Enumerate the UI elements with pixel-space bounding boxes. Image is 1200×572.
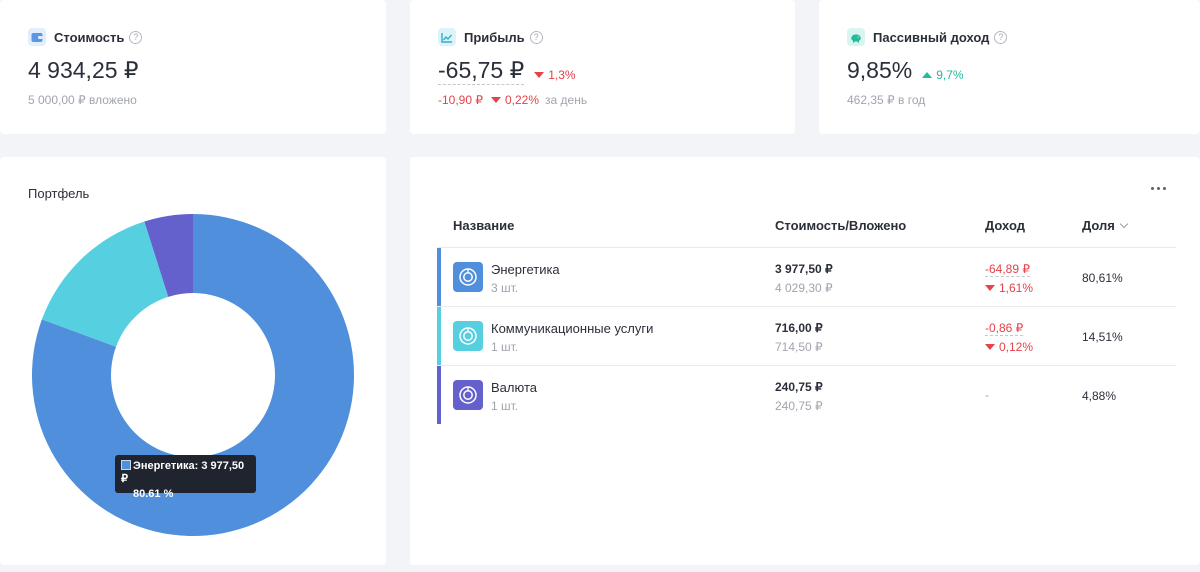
row-quantity: 3 шт.	[491, 281, 519, 295]
row-invested: 4 029,30 ₽	[775, 281, 833, 295]
profit-value[interactable]: -65,75 ₽	[438, 57, 525, 85]
row-color-bar	[437, 248, 441, 306]
help-icon[interactable]: ?	[129, 30, 143, 44]
sector-icon	[453, 262, 483, 292]
row-quantity: 1 шт.	[491, 340, 519, 354]
chart-line-icon	[438, 28, 456, 46]
row-invested: 714,50 ₽	[775, 340, 823, 354]
profit-label: Прибыль	[464, 29, 525, 45]
tooltip-percent: 80.61 %	[133, 488, 174, 500]
wallet-icon	[28, 28, 46, 46]
table-row[interactable]: Энергетика 3 шт. 3 977,50 ₽ 4 029,30 ₽ -…	[437, 248, 1176, 307]
row-income-percent: 0,12%	[985, 340, 1033, 354]
profit-header: Прибыль ?	[438, 28, 543, 46]
row-color-bar	[437, 366, 441, 424]
row-color-bar	[437, 307, 441, 365]
profit-value-row: -65,75 ₽ 1,3%	[438, 57, 576, 85]
help-icon[interactable]: ?	[994, 30, 1008, 44]
arrow-down-icon	[534, 72, 545, 78]
row-share: 14,51%	[1082, 330, 1123, 344]
passive-value: 9,85%	[847, 57, 913, 83]
profit-day-delta: 0,22%	[491, 93, 539, 107]
col-header-income[interactable]: Доход	[985, 218, 1025, 233]
passive-label: Пассивный доход	[873, 29, 990, 45]
tooltip-label: Энергетика: 3 977,50 ₽	[121, 460, 245, 485]
cost-value-row: 4 934,25 ₽	[28, 57, 139, 84]
row-name: Валюта	[491, 380, 537, 395]
cost-card: Стоимость ? 4 934,25 ₽ 5 000,00 ₽ вложен…	[0, 0, 386, 134]
cost-invested-text: 5 000,00 ₽ вложено	[28, 93, 137, 107]
row-income-percent-value: 0,12%	[999, 340, 1034, 354]
row-invested: 240,75 ₽	[775, 399, 823, 413]
table-row[interactable]: Валюта 1 шт. 240,75 ₽ 240,75 ₽ - 4,88%	[437, 366, 1176, 425]
row-income-percent-value: 1,61%	[999, 281, 1034, 295]
profit-day-value: -10,90 ₽	[438, 93, 483, 107]
row-cost: 3 977,50 ₽	[775, 262, 833, 276]
row-income[interactable]: -0,86 ₽	[985, 321, 1024, 336]
passive-delta-value: 9,7%	[936, 68, 964, 82]
arrow-up-icon	[922, 72, 933, 78]
col-header-share[interactable]: Доля	[1082, 218, 1129, 233]
row-income-percent: 1,61%	[985, 281, 1033, 295]
row-cost: 240,75 ₽	[775, 380, 823, 394]
profit-card: Прибыль ? -65,75 ₽ 1,3% -10,90 ₽ 0,22% з…	[410, 0, 795, 134]
passive-value-row: 9,85% 9,7%	[847, 57, 964, 84]
passive-per-year: 462,35 ₽ в год	[847, 93, 925, 107]
row-share: 80,61%	[1082, 271, 1123, 285]
row-name: Энергетика	[491, 262, 560, 277]
passive-header: Пассивный доход ?	[847, 28, 1008, 46]
profit-delta-value: 1,3%	[548, 68, 576, 82]
row-income: -	[985, 388, 989, 402]
row-income[interactable]: -64,89 ₽	[985, 262, 1030, 277]
passive-per-year-text: 462,35 ₽ в год	[847, 93, 926, 107]
tooltip-swatch	[121, 460, 131, 470]
profit-day-label: за день	[545, 93, 588, 107]
profit-day: -10,90 ₽ 0,22% за день	[438, 93, 587, 107]
row-cost: 716,00 ₽	[775, 321, 823, 335]
row-share: 4,88%	[1082, 389, 1117, 403]
portfolio-title: Портфель	[28, 186, 90, 201]
col-header-name[interactable]: Название	[453, 218, 514, 233]
arrow-down-icon	[491, 97, 501, 103]
help-icon[interactable]: ?	[529, 30, 543, 44]
cost-label: Стоимость	[54, 29, 125, 45]
chart-tooltip: Энергетика: 3 977,50 ₽ 80.61 %	[115, 455, 256, 500]
cost-value: 4 934,25 ₽	[28, 57, 139, 83]
row-quantity: 1 шт.	[491, 399, 519, 413]
more-horizontal-icon[interactable]	[1151, 187, 1166, 190]
sector-icon	[453, 321, 483, 351]
arrow-down-icon	[985, 285, 995, 291]
cost-header: Стоимость ?	[28, 28, 143, 46]
passive-income-card: Пассивный доход ? 9,85% 9,7% 462,35 ₽ в …	[819, 0, 1200, 134]
cost-invested: 5 000,00 ₽ вложено	[28, 93, 137, 107]
piggy-bank-icon	[847, 28, 865, 46]
col-header-share-label: Доля	[1082, 218, 1115, 233]
profit-day-percent: 0,22%	[505, 93, 540, 107]
arrow-down-icon	[985, 344, 995, 350]
profit-delta: 1,3%	[534, 68, 576, 82]
chevron-down-icon	[1119, 219, 1129, 229]
col-header-cost[interactable]: Стоимость/Вложено	[775, 218, 906, 233]
table-row[interactable]: Коммуникационные услуги 1 шт. 716,00 ₽ 7…	[437, 307, 1176, 366]
sector-icon	[453, 380, 483, 410]
passive-delta: 9,7%	[922, 68, 964, 82]
row-name: Коммуникационные услуги	[491, 321, 654, 336]
